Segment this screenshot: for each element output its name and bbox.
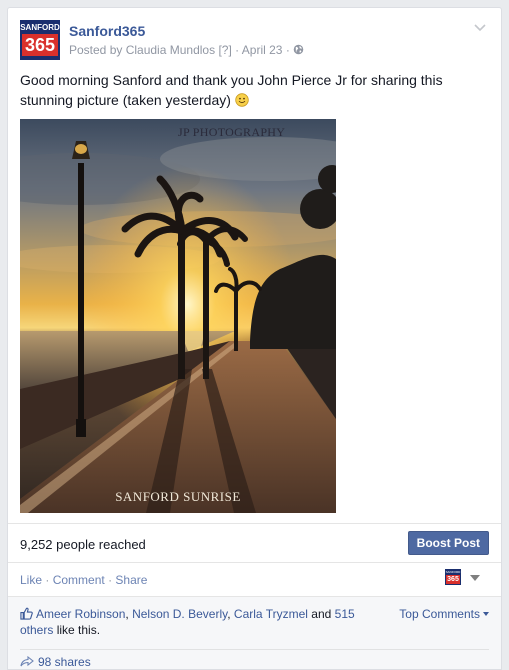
- post-message: Good morning Sanford and thank you John …: [20, 70, 490, 110]
- page-avatar-icon[interactable]: SANFORD 365: [445, 569, 461, 585]
- reach-bar: 9,252 people reached Boost Post: [8, 523, 501, 563]
- shares-count: 98 shares: [38, 655, 91, 669]
- page-avatar[interactable]: SANFORD 365: [20, 20, 60, 60]
- likes-and: and: [311, 607, 332, 621]
- globe-icon[interactable]: [293, 44, 304, 55]
- smiley-icon: [235, 93, 249, 107]
- action-dot-2: ·: [108, 573, 113, 587]
- mini-avatar-number: 365: [446, 575, 460, 584]
- comment-link[interactable]: Comment: [53, 573, 105, 587]
- post-card: SANFORD 365 Sanford365 Posted by Claudia…: [7, 7, 502, 670]
- photo-watermark-top: JP PHOTOGRAPHY: [178, 125, 286, 139]
- sunrise-photo-image: [20, 119, 336, 513]
- voice-selector-caret[interactable]: [470, 575, 480, 581]
- divider: [20, 649, 489, 650]
- post-actions: Like · Comment · Share: [20, 573, 147, 587]
- post-message-text: Good morning Sanford and thank you John …: [20, 72, 443, 108]
- share-link[interactable]: Share: [115, 573, 147, 587]
- like-link[interactable]: Like: [20, 573, 42, 587]
- avatar-text-top: SANFORD: [20, 23, 60, 32]
- liker-name-1[interactable]: Ameer Robinson: [36, 607, 125, 621]
- shares-link[interactable]: 98 shares: [20, 655, 91, 669]
- top-comments-label: Top Comments: [399, 607, 480, 621]
- meta-separator-2: ·: [285, 43, 290, 57]
- ufi-block: Ameer Robinson, Nelson D. Beverly, Carla…: [8, 596, 501, 669]
- liker-name-2[interactable]: Nelson D. Beverly: [132, 607, 227, 621]
- people-reached[interactable]: 9,252 people reached: [20, 537, 146, 552]
- mini-avatar-top: SANFORD: [445, 570, 461, 574]
- boost-post-button[interactable]: Boost Post: [407, 531, 489, 555]
- posted-by[interactable]: Posted by Claudia Mundlos: [69, 43, 215, 57]
- top-comments-dropdown[interactable]: Top Comments: [399, 607, 489, 621]
- top-comments-caret-icon: [483, 612, 489, 616]
- likes-suffix: like this.: [56, 623, 101, 637]
- avatar-text-number: 365: [22, 34, 58, 56]
- action-dot-1: ·: [45, 573, 50, 587]
- photo-watermark-bottom: SANFORD SUNRISE: [115, 489, 241, 504]
- meta-separator: ·: [235, 43, 240, 57]
- share-arrow-icon: [20, 656, 34, 667]
- comma-1: ,: [125, 607, 129, 621]
- help-link[interactable]: [?]: [218, 43, 231, 57]
- post-photo[interactable]: JP PHOTOGRAPHY SANFORD SUNRISE: [20, 119, 336, 513]
- like-thumb-icon: [20, 607, 33, 620]
- chevron-down-icon[interactable]: [473, 20, 487, 34]
- likes-sentence: Ameer Robinson, Nelson D. Beverly, Carla…: [20, 606, 370, 638]
- liker-name-3[interactable]: Carla Tryzmel: [234, 607, 308, 621]
- post-meta: Posted by Claudia Mundlos [?] · April 23…: [69, 43, 304, 57]
- comma-2: ,: [227, 607, 231, 621]
- post-header: SANFORD 365 Sanford365 Posted by Claudia…: [20, 20, 489, 62]
- page-name-link[interactable]: Sanford365: [69, 23, 145, 39]
- post-date[interactable]: April 23: [242, 43, 283, 57]
